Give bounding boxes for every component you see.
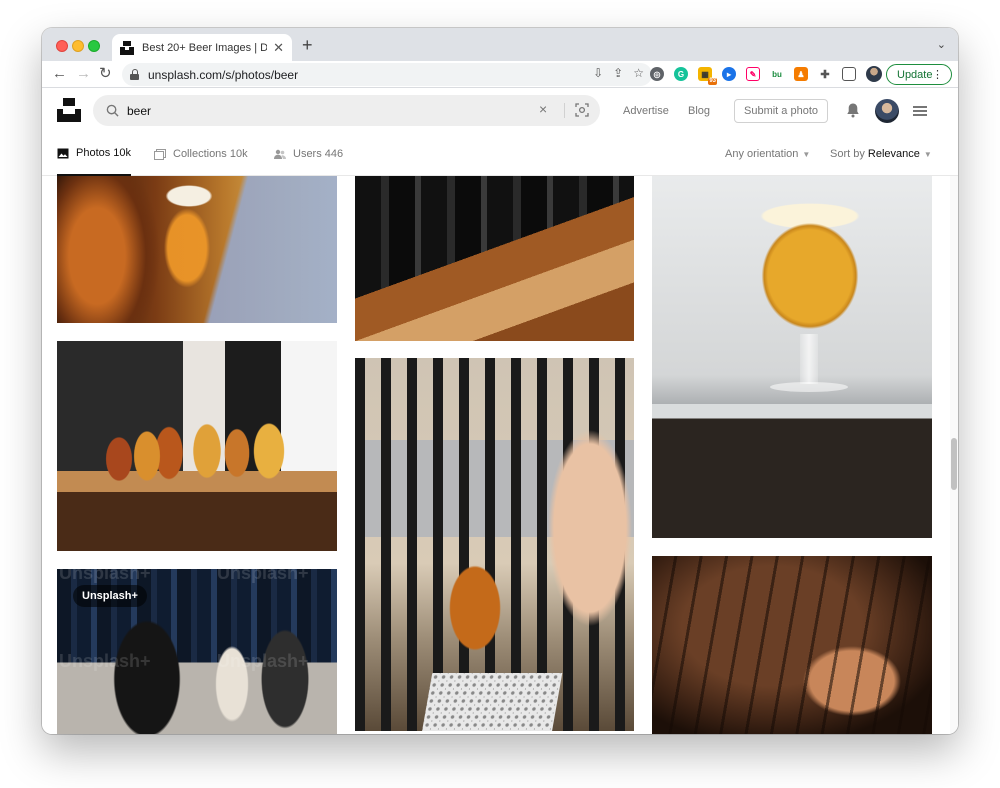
update-button[interactable]: Update ⋮ <box>886 64 952 85</box>
browser-tab[interactable]: Best 20+ Beer Images | Download ✕ <box>112 34 292 61</box>
tab-photos-label: Photos 10k <box>76 147 132 159</box>
page-scrollbar[interactable] <box>950 176 958 734</box>
browser-toolbar: ← → ↻ unsplash.com/s/photos/beer ⇩ ⇪ ☆ ◎… <box>42 61 958 88</box>
update-label: Update <box>897 68 933 81</box>
tab-collections[interactable]: Collections 10k <box>154 132 248 176</box>
photo-grid: Unsplash+ Unsplash+ Unsplash+ Unsplash+ … <box>42 176 958 734</box>
glass-base <box>770 382 848 392</box>
close-window-button[interactable] <box>56 40 68 52</box>
lock-icon[interactable] <box>130 69 139 80</box>
bookmark-star-icon[interactable]: ☆ <box>633 66 644 80</box>
minimize-window-button[interactable] <box>72 40 84 52</box>
zoom-window-button[interactable] <box>88 40 100 52</box>
back-icon[interactable]: ← <box>52 65 67 83</box>
user-avatar[interactable] <box>875 99 899 123</box>
clear-search-icon[interactable]: × <box>539 101 547 117</box>
scrollbar-thumb[interactable] <box>951 438 957 490</box>
drip-tray <box>421 673 563 731</box>
sort-prefix: Sort by <box>830 148 865 160</box>
orientation-filter[interactable]: Any orientation ▼ <box>725 148 810 160</box>
photo-tap-pour[interactable] <box>355 358 634 731</box>
unsplash-logo-icon[interactable] <box>57 98 81 122</box>
filter-bar: Photos 10k Collections 10k Users 446 Any… <box>42 132 958 176</box>
menu-icon[interactable] <box>913 106 927 116</box>
blog-link[interactable]: Blog <box>688 105 710 117</box>
chevron-down-icon: ▼ <box>802 150 811 159</box>
unsplash-favicon-icon <box>120 40 134 55</box>
extension-bu-icon[interactable]: bu <box>770 67 784 81</box>
extension-cloud-icon[interactable]: ◎ <box>650 67 664 81</box>
reload-icon[interactable]: ↻ <box>99 65 112 83</box>
sort-filter[interactable]: Sort by Relevance ▼ <box>830 148 932 160</box>
photo-barrels[interactable] <box>652 556 932 734</box>
extension-play-icon[interactable]: ▸ <box>722 67 736 81</box>
extension-grammarly-icon[interactable]: G <box>674 67 688 81</box>
watermark-text: Unsplash+ <box>59 651 151 671</box>
search-icon[interactable] <box>106 104 119 117</box>
tab-collections-label: Collections 10k <box>173 148 248 160</box>
photo-beer-flight[interactable] <box>57 341 337 551</box>
extension-calendar-icon[interactable]: ▦ 93 <box>698 67 717 85</box>
photo-rooftop-party[interactable]: Unsplash+ Unsplash+ Unsplash+ Unsplash+ … <box>57 569 337 734</box>
search-bar: × <box>93 95 600 126</box>
submit-photo-button[interactable]: Submit a photo <box>734 99 828 123</box>
advertise-link[interactable]: Advertise <box>623 105 669 117</box>
users-icon <box>274 149 286 159</box>
watermark-text: Unsplash+ <box>217 569 309 583</box>
tab-strip: Best 20+ Beer Images | Download ✕ + ⌄ <box>42 28 958 61</box>
notifications-bell-icon[interactable] <box>846 102 860 118</box>
forward-icon[interactable]: → <box>76 65 91 83</box>
extension-person-icon[interactable]: ♟ <box>794 67 808 81</box>
side-panel-icon[interactable] <box>842 67 856 81</box>
search-input[interactable] <box>127 95 527 126</box>
extensions-puzzle-icon[interactable]: ✚ <box>818 67 832 81</box>
collections-icon <box>154 148 166 160</box>
extension-clipper-icon[interactable]: ✎ <box>746 67 760 81</box>
tab-photos[interactable]: Photos 10k <box>57 132 132 176</box>
photo-bottles-bar[interactable] <box>355 176 634 341</box>
photo-tulip-glass[interactable] <box>652 176 932 538</box>
tab-search-chevron-icon[interactable]: ⌄ <box>937 38 946 51</box>
tab-title: Best 20+ Beer Images | Download <box>142 41 268 54</box>
sort-value: Relevance <box>867 148 920 160</box>
url-text[interactable]: unsplash.com/s/photos/beer <box>148 68 298 82</box>
tab-users[interactable]: Users 446 <box>274 132 343 176</box>
browser-menu-icon[interactable]: ⋮ <box>932 68 943 81</box>
search-divider <box>564 103 565 118</box>
visual-search-icon[interactable] <box>575 103 589 117</box>
extensions-row: ◎ G ▦ 93 ▸ ✎ bu ♟ ✚ <box>650 66 882 85</box>
watermark-text: Unsplash+ <box>217 651 309 671</box>
unsplash-plus-badge[interactable]: Unsplash+ <box>73 585 147 607</box>
browser-window: Best 20+ Beer Images | Download ✕ + ⌄ ← … <box>42 28 958 734</box>
watermark-text: Unsplash+ <box>59 569 151 583</box>
site-header: × Advertise Blog Submit a photo <box>42 88 958 132</box>
install-app-icon[interactable]: ⇩ <box>593 66 603 80</box>
chevron-down-icon: ▼ <box>923 150 932 159</box>
glass-stem <box>800 334 818 384</box>
new-tab-button[interactable]: + <box>302 34 313 56</box>
tab-users-label: Users 446 <box>293 148 344 160</box>
share-icon[interactable]: ⇪ <box>613 66 623 80</box>
photo-beer-pour-pint[interactable] <box>57 176 337 323</box>
orientation-label: Any orientation <box>725 148 799 160</box>
profile-avatar[interactable] <box>866 66 882 82</box>
photos-icon <box>57 148 69 158</box>
address-bar[interactable]: unsplash.com/s/photos/beer ⇩ ⇪ ☆ <box>122 63 652 86</box>
tab-close-icon[interactable]: ✕ <box>273 40 284 56</box>
